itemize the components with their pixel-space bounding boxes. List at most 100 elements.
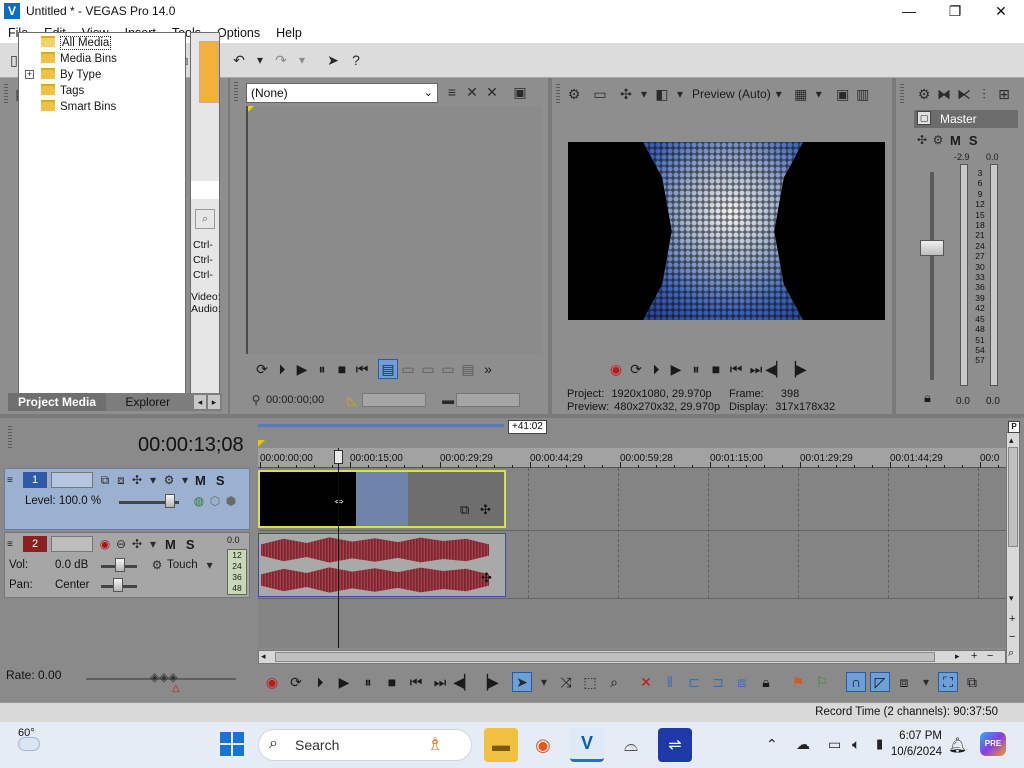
go-to-end-icon[interactable]: ⏭ (746, 359, 766, 379)
pause-icon[interactable]: ⏸ (312, 359, 332, 379)
tree-item-smart-bins[interactable]: Smart Bins (41, 99, 116, 115)
panel-grip[interactable] (900, 84, 904, 104)
snapping-icon[interactable]: ∩ (846, 672, 866, 692)
tree-item-media-bins[interactable]: Media Bins (41, 51, 117, 67)
previous-frame-icon[interactable]: ⏮ (352, 359, 372, 379)
preview-quality[interactable]: Preview (Auto) (692, 87, 771, 101)
in-point-field[interactable] (362, 393, 427, 407)
tree-item-by-type[interactable]: By Type (41, 67, 101, 83)
close-button[interactable]: ✕ (978, 0, 1024, 23)
audio-mute-button[interactable]: M (165, 537, 176, 552)
length-field[interactable] (456, 393, 521, 407)
mixer-more-icon[interactable]: ⊞ (994, 84, 1014, 104)
notification-bell-icon[interactable]: 🔔︎ (948, 736, 967, 754)
show-hidden-icons-icon[interactable]: ⌃ (766, 736, 778, 753)
record-icon[interactable]: ◉ (606, 359, 626, 379)
event-fx-icon[interactable]: ✣ (480, 502, 491, 518)
trimmer-clear-icon[interactable]: ✕ (462, 82, 482, 102)
expand-icon[interactable]: + (25, 70, 34, 79)
maximize-button[interactable]: ❐ (932, 0, 978, 23)
video-track-name[interactable] (51, 472, 93, 488)
audio-fx-icon[interactable]: ✣ (129, 536, 145, 552)
play-from-start-icon[interactable]: ⏵ (272, 359, 292, 379)
mixer-properties-icon[interactable]: ⚙ (914, 84, 934, 104)
automation-mode[interactable]: ⚙ Touch ▾ (149, 557, 218, 573)
cursor-icon[interactable]: ➤ (323, 50, 343, 70)
timeline-grip[interactable] (8, 426, 12, 448)
copilot-icon[interactable]: PRE (980, 732, 1006, 756)
arm-record-icon[interactable]: ◉ (97, 536, 113, 552)
normal-edit-tool-icon[interactable]: ➤ (512, 672, 532, 692)
taskbar-search[interactable]: ⌕ Search ♗ (258, 729, 472, 761)
zoom-in-h-icon[interactable]: + (971, 650, 977, 662)
zoom-in-v-icon[interactable]: + (1009, 613, 1015, 625)
redo-icon[interactable]: ↷ (271, 50, 291, 70)
minimize-button[interactable]: — (886, 0, 932, 23)
panel-grip[interactable] (234, 82, 238, 102)
external-monitor-icon[interactable]: ▭ (590, 84, 610, 104)
file-explorer-icon[interactable]: ▬ (484, 728, 518, 762)
menu-help[interactable]: Help (268, 23, 310, 43)
grid-icon[interactable]: ▦ (791, 84, 811, 104)
undo-icon[interactable]: ↶ (229, 50, 249, 70)
h-scroll-thumb[interactable] (275, 652, 935, 662)
ignore-grouping-icon[interactable]: ⧉ (962, 672, 982, 692)
trim-mode-2-icon[interactable]: ▭ (398, 359, 418, 379)
media-thumbnail[interactable] (199, 41, 219, 103)
grid-dropdown-icon[interactable]: ▾ (811, 86, 827, 102)
downmix-icon[interactable]: ⧓ (934, 84, 954, 104)
next-frame-icon[interactable]: ▕▶ (785, 359, 807, 379)
go-to-end-icon[interactable]: ⏭ (430, 672, 450, 692)
previous-frame-icon[interactable]: ◀▏ (765, 359, 787, 379)
track-settings-icon[interactable]: ⚙ (161, 472, 177, 488)
zoom-out-h-icon[interactable]: − (987, 650, 993, 662)
child-icon[interactable]: ⬢ (223, 493, 239, 509)
trim-mode-5-icon[interactable]: ▤ (458, 359, 478, 379)
battery-icon[interactable]: ▮ (876, 736, 883, 752)
timeline-ruler[interactable]: 00:00:00;00 00:00:15;00 00:00:29;29 00:00:4… (258, 448, 1006, 468)
split-screen-icon[interactable]: ✣ (616, 84, 636, 104)
insert-region-icon[interactable]: ⚐ (812, 672, 832, 692)
volume-icon[interactable]: 🔈︎ (852, 736, 860, 753)
ripple-dropdown-icon[interactable]: ▾ (918, 674, 934, 690)
invert-phase-icon[interactable]: ⊖ (113, 536, 129, 552)
mixer-routing-icon[interactable]: ⫶ (974, 84, 994, 104)
tab-explorer[interactable]: Explorer (115, 393, 180, 411)
next-frame-icon[interactable]: ▕▶ (477, 672, 499, 692)
audio-event[interactable]: ✣ (258, 533, 506, 597)
quality-dropdown-icon[interactable]: ▾ (771, 86, 787, 102)
zoom-tool-icon[interactable]: ⌕ (1008, 647, 1014, 660)
lock-event-icon[interactable]: 🔒︎ (756, 672, 776, 692)
loop-region[interactable] (258, 424, 504, 427)
panel-grip[interactable] (556, 84, 560, 104)
loop-playback-icon[interactable]: ⟳ (286, 672, 306, 692)
video-event[interactable]: ⇔ ⧉ ✣ (258, 470, 506, 528)
preview-properties-icon[interactable]: ⚙ (564, 84, 584, 104)
redo-dropdown-icon[interactable]: ▾ (294, 52, 310, 68)
search-icon[interactable]: ⌕ (195, 209, 215, 229)
video-solo-button[interactable]: S (216, 473, 225, 488)
delete-icon[interactable]: ✕ (636, 672, 656, 692)
play-icon[interactable]: ▶ (334, 672, 354, 692)
blue-app-icon[interactable]: ⇌ (658, 728, 692, 762)
timeline-mode-icon[interactable]: ▤ (378, 359, 398, 379)
overlays-dropdown-icon[interactable]: ▾ (672, 86, 688, 102)
tab-project-media[interactable]: Project Media (8, 393, 107, 411)
master-bus-icon[interactable]: ▢ (917, 111, 931, 125)
insert-marker-icon[interactable]: ⚑ (788, 672, 808, 692)
rate-slider[interactable]: ◈◈◈ (150, 670, 178, 684)
undo-dropdown-icon[interactable]: ▾ (252, 52, 268, 68)
v-scroll-thumb[interactable] (1008, 447, 1018, 547)
timeline-v-scrollbar[interactable]: P ▴ ▾ + − ⌕ (1006, 421, 1020, 664)
play-icon[interactable]: ▶ (666, 359, 686, 379)
panel-grip[interactable] (4, 84, 8, 104)
stop-icon[interactable]: ■ (332, 359, 352, 379)
record-icon[interactable]: ◉ (262, 672, 282, 692)
trim-start-icon[interactable]: ⊏ (684, 672, 704, 692)
trimmer-filter-icon[interactable]: ≡ (442, 82, 462, 102)
cloud-off-icon[interactable]: ☁︎ (796, 736, 810, 753)
event-pan-crop-icon[interactable]: ⧉ (460, 502, 469, 518)
stop-icon[interactable]: ■ (382, 672, 402, 692)
overlays-icon[interactable]: ◧ (652, 84, 672, 104)
trimmer-sync-icon[interactable]: ▣ (510, 82, 530, 102)
